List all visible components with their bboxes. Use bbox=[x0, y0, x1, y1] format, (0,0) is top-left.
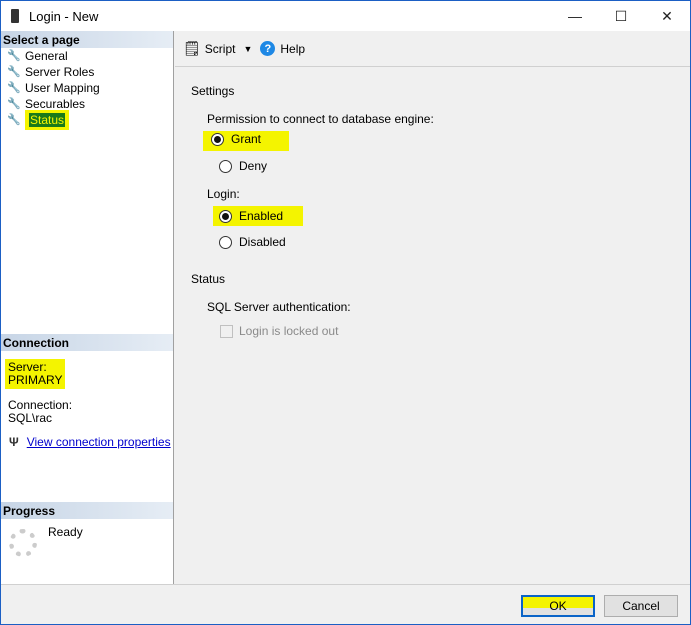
wrench-icon: 🔧 bbox=[7, 50, 21, 62]
locked-out-checkbox[interactable]: Login is locked out bbox=[220, 324, 338, 338]
settings-heading: Settings bbox=[191, 84, 235, 98]
locked-out-label: Login is locked out bbox=[239, 324, 339, 338]
enabled-radio[interactable]: Enabled bbox=[213, 206, 304, 226]
deny-label: Deny bbox=[239, 159, 268, 173]
disabled-label: Disabled bbox=[239, 235, 286, 249]
content-area: Settings Permission to connect to databa… bbox=[175, 68, 690, 584]
grant-label: Grant bbox=[231, 132, 262, 146]
status-heading: Status bbox=[191, 272, 226, 286]
wrench-icon: 🔧 bbox=[7, 82, 21, 94]
script-dropdown-icon[interactable]: ▼ bbox=[243, 44, 252, 54]
sidebar-item-status[interactable]: 🔧 Status bbox=[1, 110, 173, 130]
sidebar-item-label: Status bbox=[29, 113, 66, 127]
select-page-header: Select a page bbox=[1, 31, 173, 48]
sidebar-item-user-mapping[interactable]: 🔧 User Mapping bbox=[1, 80, 173, 96]
ok-button[interactable]: OK bbox=[521, 595, 595, 617]
minimize-button[interactable]: — bbox=[552, 1, 598, 31]
deny-radio[interactable]: Deny bbox=[219, 156, 267, 176]
toolbar: 🗒 Script ▼ ? Help bbox=[175, 31, 690, 67]
permission-label: Permission to connect to database engine… bbox=[207, 112, 434, 126]
script-icon: 🗒 bbox=[183, 40, 201, 56]
sidebar-item-server-roles[interactable]: 🔧 Server Roles bbox=[1, 64, 173, 80]
auth-label: SQL Server authentication: bbox=[207, 300, 351, 314]
maximize-button[interactable]: ☐ bbox=[598, 1, 644, 31]
sidebar-item-label: Server Roles bbox=[25, 65, 95, 79]
window-title: Login - New bbox=[29, 8, 99, 24]
left-pane: Select a page 🔧 General 🔧 Server Roles 🔧 Us… bbox=[1, 31, 174, 584]
wrench-icon: 🔧 bbox=[7, 98, 21, 110]
sidebar-item-label: User Mapping bbox=[25, 81, 100, 95]
grant-radio[interactable]: Grant bbox=[203, 131, 290, 151]
cancel-button[interactable]: Cancel bbox=[604, 595, 678, 617]
help-icon: ? bbox=[260, 41, 276, 56]
progress-status: Ready bbox=[48, 525, 83, 539]
progress-header: Progress bbox=[1, 502, 173, 519]
disabled-radio[interactable]: Disabled bbox=[219, 232, 286, 252]
enabled-label: Enabled bbox=[239, 209, 284, 223]
connection-header: Connection bbox=[1, 334, 173, 351]
sidebar-item-label: Securables bbox=[25, 97, 86, 111]
close-button[interactable]: ✕ bbox=[644, 1, 690, 31]
right-pane: 🗒 Script ▼ ? Help Settings Permission to… bbox=[175, 31, 690, 584]
help-button[interactable]: Help bbox=[280, 42, 305, 56]
server-icon bbox=[11, 9, 19, 23]
login-dialog: Login - New — ☐ ✕ Select a page 🔧 General… bbox=[0, 0, 691, 625]
view-connection-properties-link[interactable]: View connection properties bbox=[27, 435, 171, 449]
plug-icon: Ψ bbox=[9, 435, 19, 449]
wrench-icon: 🔧 bbox=[7, 66, 21, 78]
progress-spinner-icon bbox=[9, 529, 37, 557]
button-bar: OK Cancel bbox=[1, 584, 690, 624]
server-value: PRIMARY bbox=[8, 373, 63, 387]
wrench-icon: 🔧 bbox=[7, 114, 21, 126]
sidebar-item-general[interactable]: 🔧 General bbox=[1, 48, 173, 64]
login-label: Login: bbox=[207, 187, 240, 201]
script-button[interactable]: Script bbox=[205, 42, 236, 56]
sidebar-item-label: General bbox=[25, 49, 68, 63]
title-bar: Login - New — ☐ ✕ bbox=[1, 1, 690, 31]
connection-value: SQL\rac bbox=[8, 411, 53, 425]
